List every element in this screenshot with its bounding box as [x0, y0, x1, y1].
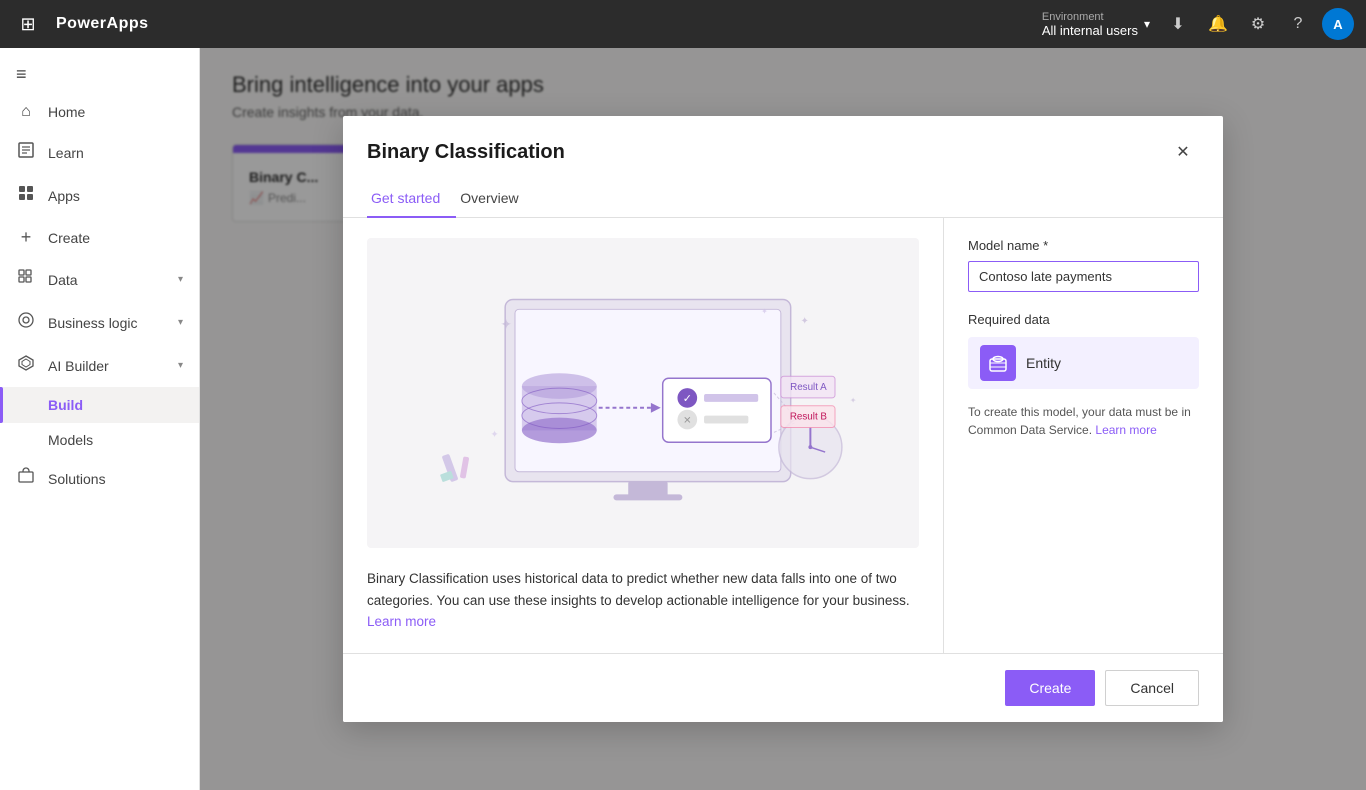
sidebar-item-home-label: Home: [48, 104, 183, 120]
required-data-label: Required data: [968, 312, 1199, 327]
sidebar-item-learn-label: Learn: [48, 145, 183, 161]
modal-body: ✓ ✕: [343, 218, 1223, 653]
app-logo: PowerApps: [56, 15, 149, 33]
waffle-icon[interactable]: ⊞: [12, 8, 44, 40]
sidebar-item-build[interactable]: Build: [0, 387, 199, 423]
cds-note: To create this model, your data must be …: [968, 403, 1199, 439]
business-logic-chevron-icon: ▾: [178, 317, 183, 328]
solutions-icon: [16, 467, 36, 490]
sidebar-item-home[interactable]: ⌂ Home: [0, 93, 199, 131]
sidebar-item-build-label: Build: [48, 397, 183, 413]
ai-builder-icon: [16, 354, 36, 377]
sidebar-item-models-label: Models: [48, 432, 93, 448]
modal-right-panel: Model name * Required data: [943, 218, 1223, 653]
model-name-input[interactable]: [968, 261, 1199, 292]
sidebar-item-solutions[interactable]: Solutions: [0, 457, 199, 500]
sidebar: ≡ ⌂ Home Learn: [0, 48, 200, 790]
download-icon[interactable]: ⬇: [1162, 8, 1194, 40]
create-icon: +: [16, 227, 36, 248]
sidebar-item-data-label: Data: [48, 272, 166, 288]
svg-text:Result B: Result B: [790, 412, 828, 423]
modal-overlay: Binary Classification ✕ Get started Over…: [200, 48, 1366, 790]
home-icon: ⌂: [16, 103, 36, 121]
data-chevron-icon: ▾: [178, 274, 183, 285]
learn-icon: [16, 141, 36, 164]
svg-text:✕: ✕: [683, 416, 691, 427]
entity-badge: Entity: [968, 337, 1199, 389]
sidebar-item-apps-label: Apps: [48, 188, 183, 204]
topbar-icons: ⬇ 🔔 ⚙ ? A: [1162, 8, 1354, 40]
tab-get-started[interactable]: Get started: [367, 180, 456, 218]
entity-icon: [980, 345, 1016, 381]
modal-close-button[interactable]: ✕: [1167, 136, 1199, 168]
apps-icon: [16, 184, 36, 207]
create-button[interactable]: Create: [1005, 670, 1095, 706]
model-name-label: Model name *: [968, 238, 1199, 253]
settings-icon[interactable]: ⚙: [1242, 8, 1274, 40]
sidebar-item-learn[interactable]: Learn: [0, 131, 199, 174]
svg-text:✦: ✦: [500, 317, 512, 332]
help-icon[interactable]: ?: [1282, 8, 1314, 40]
sidebar-item-create-label: Create: [48, 230, 183, 246]
tab-overview[interactable]: Overview: [456, 180, 534, 218]
sidebar-item-business-logic-label: Business logic: [48, 315, 166, 331]
modal-header: Binary Classification ✕: [343, 116, 1223, 168]
main-layout: ≡ ⌂ Home Learn: [0, 48, 1366, 790]
svg-text:✓: ✓: [683, 393, 692, 405]
svg-text:✦: ✦: [490, 429, 498, 440]
svg-text:Result A: Result A: [790, 382, 827, 393]
sidebar-collapse-button[interactable]: ≡: [0, 56, 199, 93]
svg-text:✦: ✦: [850, 396, 857, 405]
sidebar-item-ai-builder[interactable]: AI Builder ▾: [0, 344, 199, 387]
sidebar-item-data[interactable]: Data ▾: [0, 258, 199, 301]
env-value: All internal users: [1042, 23, 1138, 38]
sidebar-item-apps[interactable]: Apps: [0, 174, 199, 217]
learn-more-link[interactable]: Learn more: [367, 614, 436, 629]
sidebar-item-solutions-label: Solutions: [48, 471, 183, 487]
modal-title: Binary Classification: [367, 141, 565, 164]
env-label: Environment: [1042, 11, 1138, 23]
topbar: ⊞ PowerApps Environment All internal use…: [0, 0, 1366, 48]
content-area: Bring intelligence into your apps Create…: [200, 48, 1366, 790]
svg-text:✦: ✦: [761, 307, 768, 316]
illustration-area: ✓ ✕: [367, 238, 919, 548]
modal-description: Binary Classification uses historical da…: [367, 568, 919, 633]
modal-tabs: Get started Overview: [343, 180, 1223, 218]
modal-left-panel: ✓ ✕: [343, 218, 943, 653]
svg-text:✦: ✦: [801, 316, 809, 327]
data-icon: [16, 268, 36, 291]
business-logic-icon: [16, 311, 36, 334]
notification-icon[interactable]: 🔔: [1202, 8, 1234, 40]
entity-text: Entity: [1026, 355, 1061, 371]
avatar[interactable]: A: [1322, 8, 1354, 40]
cds-learn-more-link[interactable]: Learn more: [1095, 423, 1156, 437]
sidebar-item-models[interactable]: Models: [0, 423, 199, 457]
sidebar-item-ai-builder-label: AI Builder: [48, 358, 166, 374]
chevron-down-icon: ▾: [1144, 17, 1150, 31]
environment-selector[interactable]: Environment All internal users ▾: [1042, 11, 1150, 38]
cancel-button[interactable]: Cancel: [1105, 670, 1199, 706]
sidebar-item-business-logic[interactable]: Business logic ▾: [0, 301, 199, 344]
sidebar-item-create[interactable]: + Create: [0, 217, 199, 258]
modal-footer: Create Cancel: [343, 653, 1223, 722]
ai-builder-chevron-icon: ▾: [178, 360, 183, 371]
binary-classification-modal: Binary Classification ✕ Get started Over…: [343, 116, 1223, 722]
